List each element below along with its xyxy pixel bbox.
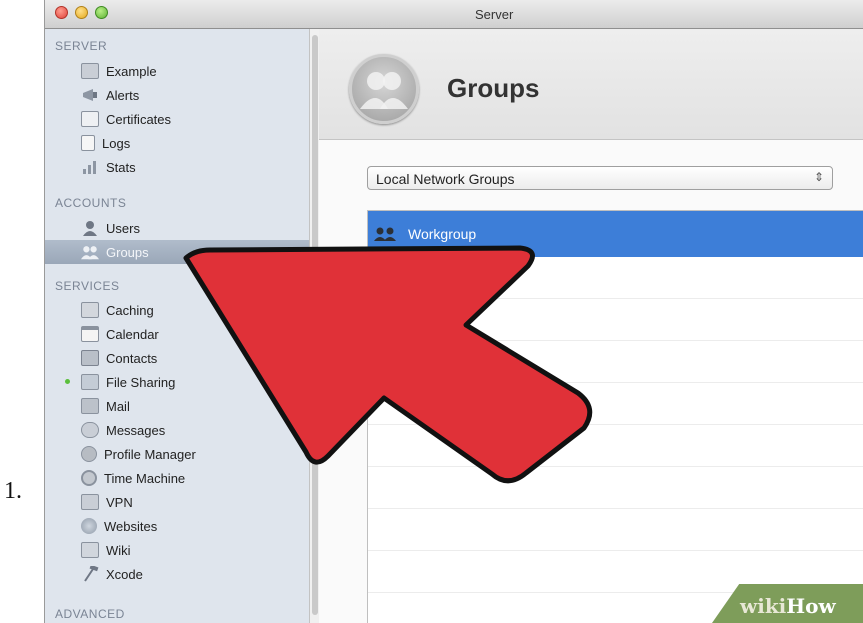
caching-icon [81,302,99,318]
page-title: Groups [447,73,540,103]
sidebar-item-certificates[interactable]: Certificates [45,107,309,131]
contacts-icon [81,350,99,366]
sidebar-item-profile-manager[interactable]: Profile Manager [45,442,309,466]
server-icon [81,63,99,79]
gear-icon [81,446,97,462]
section-accounts: ACCOUNTS [55,196,127,210]
time-machine-icon [81,470,97,486]
window-title: Server [475,7,514,22]
vpn-icon [81,494,99,510]
bar-chart-icon [81,159,99,175]
groups-list: Workgroup [367,210,863,623]
list-item [368,467,863,509]
sidebar-item-calendar[interactable]: Calendar [45,322,309,346]
sidebar-item-users[interactable]: Users [45,216,309,240]
sidebar-item-file-sharing[interactable]: File Sharing [45,370,309,394]
chevron-up-down-icon: ⇕ [813,170,824,184]
sidebar-item-stats[interactable]: Stats [45,155,309,179]
step-number: 1. [4,478,22,504]
folder-icon [81,374,99,390]
sidebar-item-example[interactable]: Example [45,59,309,83]
sidebar-item-groups[interactable]: Groups [45,240,309,264]
wiki-icon [81,542,99,558]
sidebar-item-vpn[interactable]: VPN [45,490,309,514]
mail-icon [81,398,99,414]
page-header: Groups [319,29,863,140]
wikihow-watermark: wikiHow [740,594,836,618]
log-icon [81,135,95,151]
sidebar-item-wiki[interactable]: Wiki [45,538,309,562]
sidebar-item-contacts[interactable]: Contacts [45,346,309,370]
sidebar-item-messages[interactable]: Messages [45,418,309,442]
main-pane: Groups Local Network Groups ⇕ Workgroup [319,29,863,623]
certificate-icon [81,111,99,127]
sidebar-item-alerts[interactable]: Alerts [45,83,309,107]
list-item [368,341,863,383]
sidebar-item-xcode[interactable]: Xcode [45,562,309,586]
sidebar-item-mail[interactable]: Mail [45,394,309,418]
sidebar-item-logs[interactable]: Logs [45,131,309,155]
group-icon [81,244,99,260]
title-bar: Server [45,0,863,29]
list-item [368,425,863,467]
calendar-icon [81,326,99,342]
sidebar-item-time-machine[interactable]: Time Machine [45,466,309,490]
sidebar-item-caching[interactable]: Caching [45,298,309,322]
list-item [368,257,863,299]
group-name: Workgroup [408,226,477,242]
section-advanced: ADVANCED [55,607,125,621]
section-server: SERVER [55,39,108,53]
sidebar: SERVER Example Alerts Certificates Logs … [45,29,313,623]
group-source-select[interactable]: Local Network Groups ⇕ [367,166,833,190]
section-services: SERVICES [55,279,120,293]
group-row-workgroup[interactable]: Workgroup [368,211,863,257]
server-window: Server SERVER Example Alerts Certificate… [44,0,863,623]
list-item [368,383,863,425]
messages-icon [81,422,99,438]
user-icon [81,220,99,236]
sidebar-scroll-thumb[interactable] [312,35,318,615]
list-item [368,299,863,341]
list-item [368,509,863,551]
megaphone-icon [81,87,99,103]
sidebar-item-websites[interactable]: Websites [45,514,309,538]
group-source-value: Local Network Groups [376,171,515,187]
globe-icon [81,518,97,534]
group-icon [374,227,400,241]
groups-icon [349,54,419,124]
hammer-icon [81,566,99,582]
